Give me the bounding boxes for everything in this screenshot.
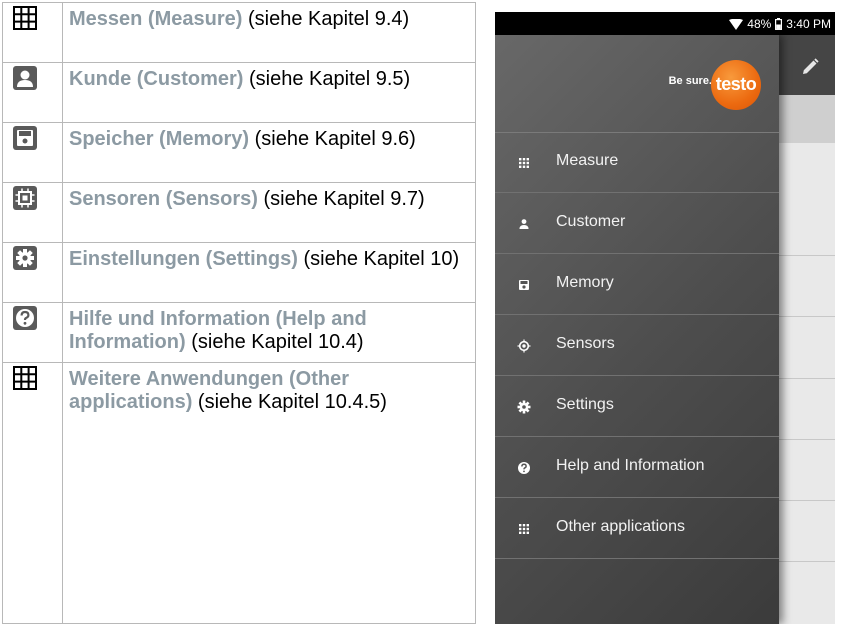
menu-divider	[495, 314, 779, 315]
menu-divider	[495, 558, 779, 559]
icon-cell	[3, 183, 62, 242]
table-row: Sensoren (Sensors) (siehe Kapitel 9.7)	[3, 183, 475, 243]
menu-item-settings[interactable]: Settings	[495, 377, 779, 437]
row-text: Speicher (Memory) (siehe Kapitel 9.6)	[69, 128, 469, 151]
content-divider	[779, 255, 835, 256]
row-text: Kunde (Customer) (siehe Kapitel 9.5)	[69, 68, 469, 91]
status-time: 3:40 PM	[786, 17, 831, 31]
table-row: Kunde (Customer) (siehe Kapitel 9.5)	[3, 63, 475, 123]
icon-cell	[3, 3, 62, 62]
brand-tagline: Be sure.	[668, 75, 712, 87]
drawer-header: Be sure. testo	[495, 35, 779, 132]
battery-percent: 48%	[747, 17, 772, 31]
chapter-ref: (siehe Kapitel 10.4)	[185, 331, 364, 353]
sensor-icon	[12, 185, 38, 211]
row-text: Hilfe und Information (Help and Informat…	[69, 308, 469, 354]
icon-cell	[3, 63, 62, 122]
menu-item-label: Other applications	[556, 518, 685, 535]
menu-item-label: Help and Information	[556, 457, 705, 474]
menu-item-memory[interactable]: Memory	[495, 255, 779, 315]
sensor-icon	[516, 338, 532, 354]
status-bar: 48% 3:40 PM	[495, 12, 835, 35]
menu-divider	[495, 375, 779, 376]
menu-divider	[495, 497, 779, 498]
table-row: Speicher (Memory) (siehe Kapitel 9.6)	[3, 123, 475, 183]
menu-item-help[interactable]: Help and Information	[495, 438, 779, 498]
menu-item-customer[interactable]: Customer	[495, 194, 779, 254]
chapter-ref: (siehe Kapitel 9.5)	[243, 68, 411, 90]
menu-item-other-applications[interactable]: Other applications	[495, 499, 779, 559]
help-icon	[12, 305, 38, 331]
wifi-icon	[729, 18, 744, 30]
menu-item-label: Memory	[556, 274, 614, 291]
row-text: Messen (Measure) (siehe Kapitel 9.4)	[69, 8, 469, 31]
table-row: Hilfe und Information (Help and Informat…	[3, 303, 475, 363]
battery-icon	[775, 18, 783, 30]
term: Speicher (Memory)	[69, 128, 250, 150]
term: Einstellungen (Settings)	[69, 248, 298, 270]
logo-text: testo	[715, 74, 757, 94]
help-icon	[516, 460, 532, 476]
testo-logo: testo	[711, 60, 761, 110]
menu-item-label: Settings	[556, 396, 614, 413]
customer-icon	[516, 216, 532, 232]
menu-item-label: Measure	[556, 152, 619, 169]
menu-divider	[495, 436, 779, 437]
content-divider	[779, 439, 835, 440]
content-divider	[779, 561, 835, 562]
content-divider	[779, 316, 835, 317]
gear-icon	[12, 245, 38, 271]
menu-divider	[495, 192, 779, 193]
grid-icon	[12, 365, 38, 391]
gear-icon	[516, 399, 532, 415]
grid-icon	[12, 5, 38, 31]
row-text: Weitere Anwendungen (Other applications)…	[69, 368, 469, 414]
menu-item-measure[interactable]: Measure	[495, 133, 779, 193]
row-text: Sensoren (Sensors) (siehe Kapitel 9.7)	[69, 188, 469, 211]
term: Sensoren (Sensors)	[69, 188, 258, 210]
term: Messen (Measure)	[69, 8, 243, 30]
icon-cell	[3, 123, 62, 182]
menu-item-sensors[interactable]: Sensors	[495, 316, 779, 376]
icon-cell	[3, 303, 62, 362]
grid-icon	[516, 521, 532, 537]
term: Kunde (Customer)	[69, 68, 244, 90]
icon-cell	[3, 363, 62, 422]
chapter-ref: (siehe Kapitel 10.4.5)	[192, 391, 387, 413]
table-row: Einstellungen (Settings) (siehe Kapitel …	[3, 243, 475, 303]
icon-cell	[3, 243, 62, 302]
chapter-ref: (siehe Kapitel 9.6)	[249, 128, 416, 150]
customer-icon	[12, 65, 38, 91]
memory-icon	[12, 125, 38, 151]
navigation-drawer: Be sure. testo Measure Customer Memory S…	[495, 35, 779, 624]
table-row: Messen (Measure) (siehe Kapitel 9.4)	[3, 3, 475, 63]
chapter-ref: (siehe Kapitel 9.7)	[257, 188, 425, 210]
menu-item-label: Sensors	[556, 335, 615, 352]
phone-screenshot: 48% 3:40 PM Be sure. testo Measure Custo…	[495, 12, 835, 624]
edit-icon[interactable]	[800, 57, 820, 77]
doc-table: Messen (Measure) (siehe Kapitel 9.4) Kun…	[2, 2, 476, 624]
content-divider	[779, 378, 835, 379]
menu-divider	[495, 253, 779, 254]
menu-item-label: Customer	[556, 213, 626, 230]
row-text: Einstellungen (Settings) (siehe Kapitel …	[69, 248, 469, 271]
table-row: Weitere Anwendungen (Other applications)…	[3, 363, 475, 623]
content-divider	[779, 500, 835, 501]
chapter-ref: (siehe Kapitel 10)	[297, 248, 460, 270]
grid-icon	[516, 155, 532, 171]
memory-icon	[516, 277, 532, 293]
chapter-ref: (siehe Kapitel 9.4)	[242, 8, 410, 30]
